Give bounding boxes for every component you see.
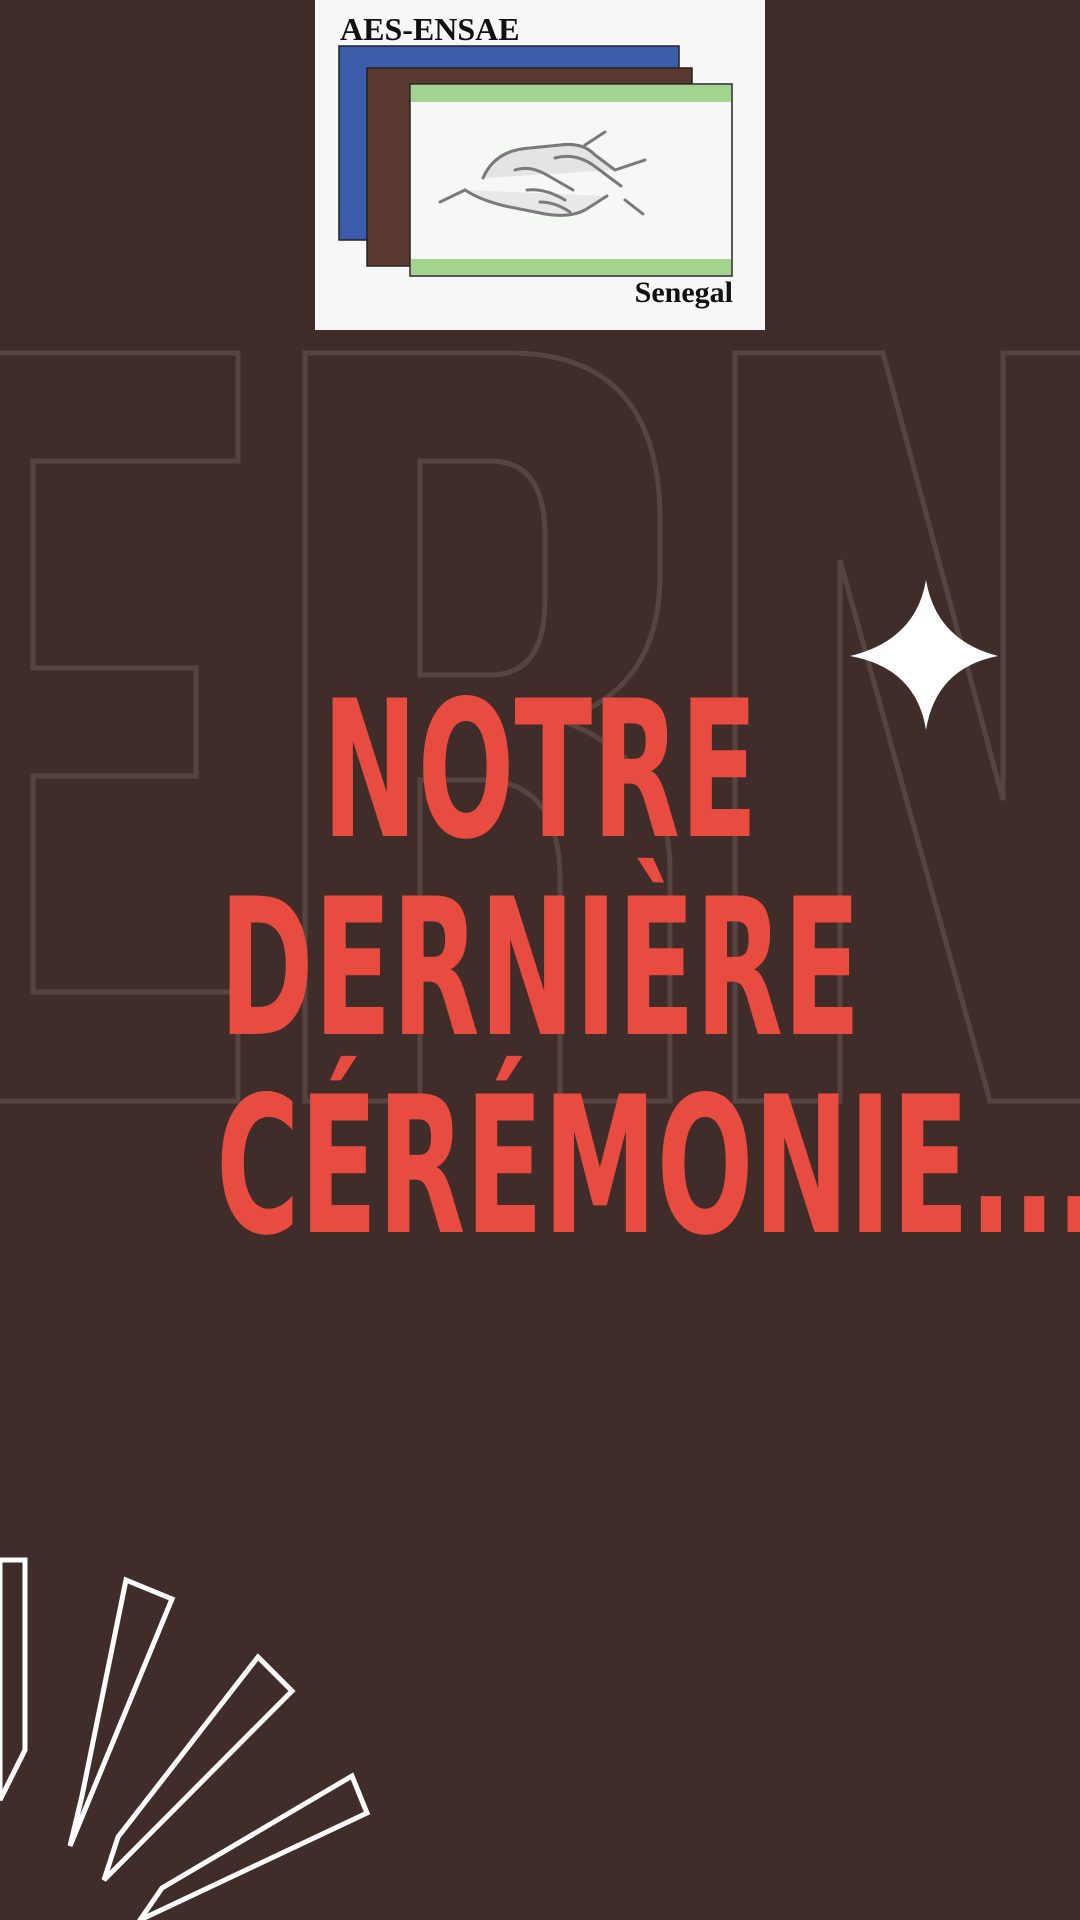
- burst-ray-1: [0, 1557, 28, 1802]
- burst-ray-4: [136, 1772, 371, 1920]
- logo-green-band-bottom: [411, 259, 731, 275]
- logo-bottom-text: Senegal: [635, 276, 733, 309]
- logo-top-text: AES-ENSAE: [340, 11, 520, 47]
- burst-rays: [0, 1557, 371, 1920]
- headline-line-2: DERNIÈRE: [219, 858, 861, 1079]
- headline-line-3: CÉRÉMONIE...: [216, 1056, 1080, 1277]
- poster: AES-ENSAE Senegal NOTRE DERNIÈRE CÉRÉMON…: [0, 0, 1080, 1920]
- headline-line-1: NOTRE: [322, 660, 758, 881]
- logo-image-frame: [409, 83, 733, 277]
- burst-ray-2: [67, 1576, 176, 1847]
- logo-green-band-top: [411, 85, 731, 102]
- aes-ensae-logo: AES-ENSAE Senegal: [315, 0, 765, 330]
- headline: NOTRE DERNIÈRE CÉRÉMONIE...: [0, 672, 1080, 1266]
